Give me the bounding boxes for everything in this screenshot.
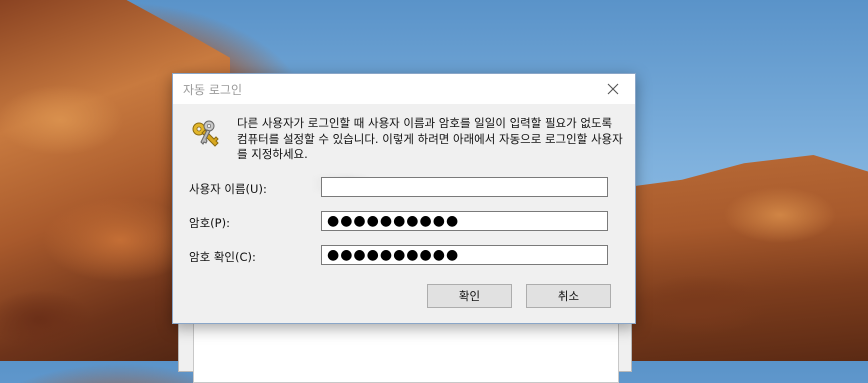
- title-bar[interactable]: 자동 로그인: [173, 74, 635, 104]
- keys-icon: [192, 120, 219, 147]
- cancel-button[interactable]: 취소: [526, 284, 611, 308]
- dialog-title: 자동 로그인: [183, 83, 243, 97]
- auto-login-dialog: 자동 로그인 다른 사용자가 로그인할 때 사용자 이름과 암호를 일일이 입력…: [172, 73, 636, 324]
- confirm-password-field[interactable]: ●●●●●●●●●●: [321, 245, 608, 265]
- username-field[interactable]: [321, 177, 608, 197]
- confirm-password-label: 암호 확인(C):: [189, 250, 256, 264]
- desktop-rock-right: [620, 155, 868, 361]
- background-window-panel: [193, 321, 619, 383]
- password-label: 암호(P):: [189, 216, 230, 230]
- close-icon: [607, 83, 619, 95]
- close-button[interactable]: [591, 74, 635, 104]
- dialog-description: 다른 사용자가 로그인할 때 사용자 이름과 암호를 일일이 입력할 필요가 없…: [237, 116, 623, 161]
- ok-button[interactable]: 확인: [427, 284, 512, 308]
- password-field[interactable]: ●●●●●●●●●●: [321, 211, 608, 231]
- username-label: 사용자 이름(U):: [189, 182, 267, 196]
